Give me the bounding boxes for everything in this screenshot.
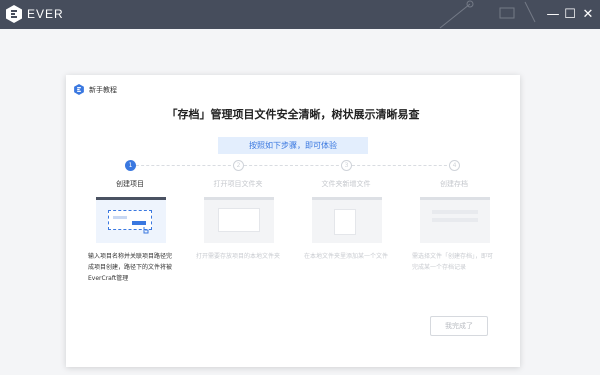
step-4-label: 创建存档 (440, 180, 468, 188)
step-connector (136, 165, 236, 166)
step-1-illustration (96, 197, 166, 243)
app-name: EVER (27, 7, 64, 21)
step-1-circle: 1 (125, 160, 136, 171)
minimize-button[interactable]: — (544, 5, 562, 23)
step-2-description: 打开需要存放项目的本地文件夹 (196, 253, 281, 260)
dialog-title: 新手教程 (89, 85, 117, 94)
title-bar: EVER — ☐ ✕ (0, 0, 600, 29)
step-4-description: 需选择文件「创建存档」，即可完成某一个存档记录 (412, 253, 494, 271)
maximize-button[interactable]: ☐ (561, 5, 579, 23)
step-2-circle: 2 (233, 160, 244, 171)
close-button[interactable]: ✕ (579, 5, 597, 23)
step-3-circle: 3 (341, 160, 352, 171)
ever-logo-small-icon (74, 84, 84, 95)
step-3-illustration (312, 197, 382, 243)
sub-banner: 按照如下步骤，即可体验 (218, 137, 368, 154)
step-1-description: 输入项目名称并关联项目路径完成项目创建，路径下的文件将被EverCraft管理 (88, 253, 173, 282)
step-4-circle: 4 (449, 160, 460, 171)
tutorial-dialog: 新手教程 「存档」管理项目文件安全清晰，树状展示清晰易查 按照如下步骤，即可体验… (66, 75, 520, 367)
dialog-header: 新手教程 (74, 84, 117, 95)
headline: 「存档」管理项目文件安全清晰，树状展示清晰易查 (166, 108, 420, 121)
done-button[interactable]: 我完成了 (430, 316, 488, 336)
step-2-illustration (204, 197, 274, 243)
step-connector (244, 165, 344, 166)
step-1-label: 创建项目 (116, 180, 144, 188)
decorative-pattern-icon (439, 0, 536, 29)
step-3-label: 文件夹新增文件 (321, 180, 371, 188)
step-3-description: 在本地文件夹里添加某一个文件 (304, 253, 389, 260)
step-2-label: 打开项目文件夹 (213, 180, 263, 188)
step-connector (352, 165, 452, 166)
pointer-hand-icon (143, 227, 149, 234)
step-4-illustration (420, 197, 490, 243)
ever-logo-icon (6, 5, 22, 23)
